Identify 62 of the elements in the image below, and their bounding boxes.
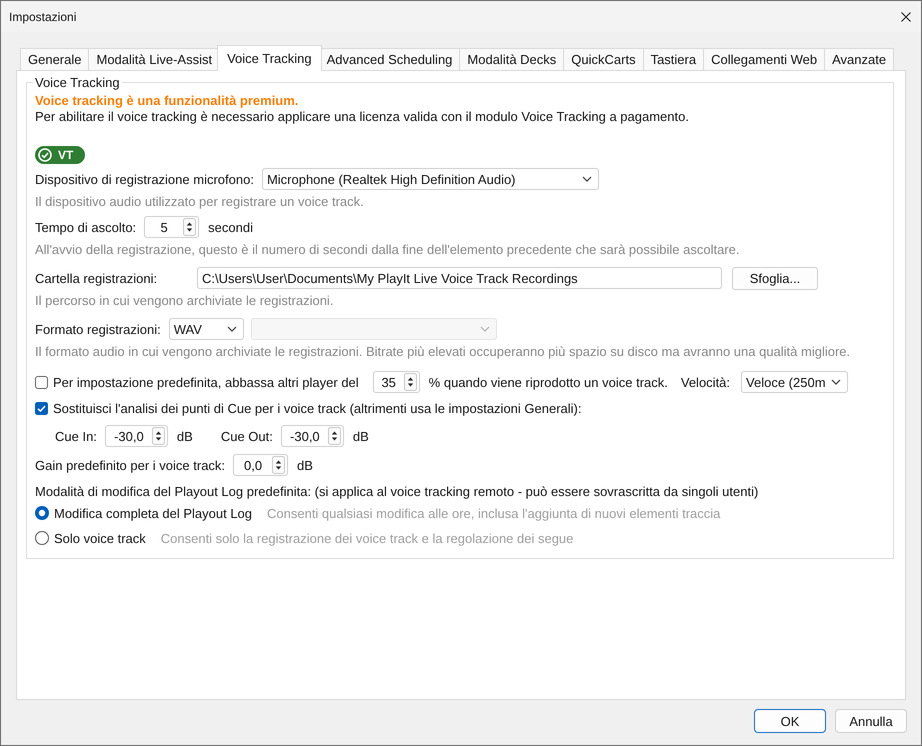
up-down-arrows-icon[interactable] [404,373,417,391]
tab[interactable]: Voice Tracking [217,45,322,71]
up-down-arrows-icon[interactable] [152,427,165,445]
spinner-field[interactable]: -30,0 [104,425,168,447]
checkbox-label: Per impostazione predefinita, abbassa altri player del [53,374,359,390]
spinner-field[interactable]: -30,0 [280,425,344,447]
radio-label: Modifica completa del Playout Log [54,506,252,520]
option-description: Consenti qualsiasi modifica alle ore, inclusa l'aggiunta di nuovi elementi traccia [267,506,720,520]
window-title: Impostazioni [9,10,76,24]
tab[interactable]: Tastiera [642,48,704,70]
chevron-down-icon[interactable] [226,326,237,332]
unit-label: dB [176,428,193,444]
setting-label: Cartella registrazioni: [35,270,158,286]
checkbox[interactable] [35,376,48,388]
spinner-field[interactable]: 35 [372,371,420,393]
unit-label: dB [297,458,313,472]
dialog-button[interactable]: Annulla [835,709,907,733]
hint-text: Il percorso in cui vengono archiviate le registrazioni. [35,293,334,309]
chevron-down-icon[interactable] [831,379,842,385]
section-label: Modalità di modifica del Playout Log predefinita: (si applica al voice tracking remoto - può essere sovrascritta da singoli utenti) [35,484,760,500]
setting-label: Velocità: [680,374,730,390]
unit-label: dB [352,428,369,444]
setting-label: Dispositivo di registrazione microfono: [35,172,254,186]
radio-button[interactable] [35,531,49,545]
license-notice-text: Per abilitare il voice tracking è necessario applicare una licenza valida con il modulo Voice Tracking a pagamento. [35,109,690,125]
tab[interactable]: Collegamenti Web [703,48,826,70]
unit-label: secondi [208,220,253,234]
group-title: Voice Tracking [34,75,121,90]
tab[interactable]: QuickCarts [563,48,644,70]
hint-text: Il formato audio in cui vengono archiviate le registrazioni. Bitrate più elevati occuperanno più spazio su disco ma avranno una qualità migliore. [35,344,852,360]
setting-label: Tempo di ascolto: [35,220,136,234]
close-icon[interactable] [901,12,911,22]
chevron-down-icon[interactable] [582,176,592,182]
tab[interactable]: Modalità Decks [459,48,564,70]
dropdown[interactable]: Veloce (250m [741,371,848,393]
up-down-arrows-icon[interactable] [272,456,286,474]
dialog-button[interactable]: OK [754,709,826,733]
premium-notice-heading: Voice tracking è una funzionalità premium. [35,93,300,109]
spinner-field[interactable]: 5 [144,216,200,238]
radio-label: Solo voice track [54,530,146,546]
checkbox[interactable] [35,402,48,414]
setting-label: Gain predefinito per i voice track: [35,458,226,472]
check-circle-icon [38,148,52,162]
checkbox-label: Sostituisci l'analisi dei punti di Cue per i voice track (altrimenti usa le impostazioni Generali): [53,400,582,416]
folder-path-field[interactable]: C:\Users\User\Documents\My PlayIt Live Voice Track Recordings [197,267,722,289]
unit-label: % quando viene riprodotto un voice track. [428,374,668,390]
hint-text: Il dispositivo audio utilizzato per registrare un voice track. [35,194,365,210]
setting-label: Formato registrazioni: [35,322,161,336]
dropdown[interactable]: Microphone (Realtek High Definition Audio) [262,168,599,190]
tab[interactable]: Avanzate [824,48,894,70]
hint-text: All'avvio della registrazione, questo è il numero di secondi dalla fine dell'elemento precedente che sarà possibile ascoltare. [35,242,740,258]
option-description: Consenti solo la registrazione dei voice track e la regolazione dei segue [160,530,574,546]
field-label: Cue Out: [220,428,273,444]
browse-button[interactable]: Sfoglia... [732,266,818,290]
spinner-field[interactable]: 0,0 [233,454,288,476]
up-down-arrows-icon[interactable] [328,427,341,445]
tab[interactable]: Generale [20,48,90,70]
radio-button[interactable] [35,506,49,520]
dropdown[interactable]: WAV [168,318,244,340]
field-label: Cue In: [55,428,97,444]
up-down-arrows-icon[interactable] [183,218,196,236]
badge-label: VT [58,148,74,162]
